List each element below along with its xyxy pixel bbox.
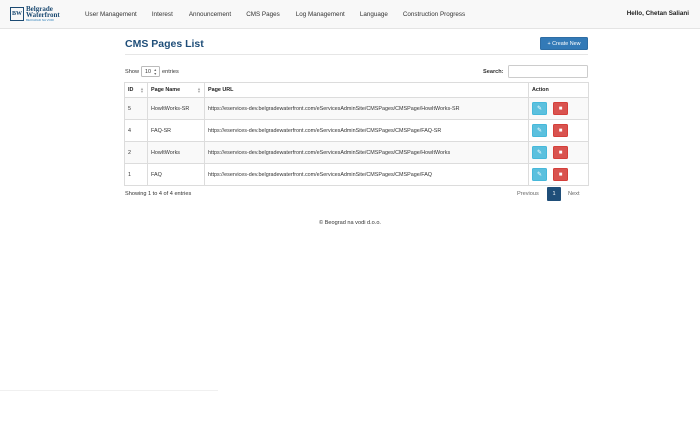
trash-icon: ■ [558,171,563,178]
cell-page-url: https://eservices-dev.belgradewaterfront… [204,97,529,120]
footer-copyright: © Beograd na vodi d.o.o. [319,220,381,226]
cell-id: 1 [124,163,148,186]
user-greeting[interactable]: Hello, Chetan Saliani [627,10,689,17]
cell-actions: ✎ ■ [528,163,589,186]
table-info: Showing 1 to 4 of 4 entries [125,191,192,197]
bottom-divider [0,390,218,391]
header-page-url[interactable]: Page URL [204,82,529,98]
nav-language[interactable]: Language [360,11,388,18]
delete-button[interactable]: ■ [553,102,568,115]
nav-user-management[interactable]: User Management [85,11,137,18]
pencil-icon: ✎ [536,150,543,156]
table-row: 5 HowItWorks-SR https://eservices-dev.be… [124,97,589,120]
cell-page-name: FAQ [147,163,205,186]
nav-cms-pages[interactable]: CMS Pages [246,11,280,18]
table-row: 1 FAQ https://eservices-dev.belgradewate… [124,163,589,186]
trash-icon: ■ [558,127,563,134]
edit-button[interactable]: ✎ [532,124,547,137]
cell-id: 4 [124,119,148,142]
header-action: Action [528,82,589,98]
pencil-icon: ✎ [536,106,543,112]
pagination-previous[interactable]: Previous [517,191,539,197]
cell-actions: ✎ ■ [528,97,589,120]
top-navbar: BW Belgrade Waterfront BEOGRAD NA VODI U… [0,0,700,29]
cell-page-name: HowItWorks [147,141,205,164]
logo-text: Belgrade Waterfront BEOGRAD NA VODI [26,6,60,23]
search-input[interactable] [508,65,588,78]
edit-button[interactable]: ✎ [532,146,547,159]
table-row: 2 HowItWorks https://eservices-dev.belgr… [124,141,589,164]
cell-actions: ✎ ■ [528,141,589,164]
delete-button[interactable]: ■ [553,146,568,159]
create-new-button[interactable]: + Create New [540,37,588,50]
pagination-page-1[interactable]: 1 [547,187,561,201]
nav-announcement[interactable]: Announcement [189,11,231,18]
page-title: CMS Pages List [125,38,204,50]
nav-interest[interactable]: Interest [152,11,173,18]
show-label: Show [125,69,139,75]
title-divider [125,54,588,55]
edit-button[interactable]: ✎ [532,168,547,181]
delete-button[interactable]: ■ [553,124,568,137]
cell-actions: ✎ ■ [528,119,589,142]
nav-construction-progress[interactable]: Construction Progress [403,11,465,18]
cell-page-url: https://eservices-dev.belgradewaterfront… [204,141,529,164]
select-arrows-icon: ▲ ▼ [153,68,157,76]
table-row: 4 FAQ-SR https://eservices-dev.belgradew… [124,119,589,142]
nav-log-management[interactable]: Log Management [296,11,345,18]
cell-page-url: https://eservices-dev.belgradewaterfront… [204,119,529,142]
trash-icon: ■ [558,149,563,156]
page-size-value: 10 [145,68,151,75]
trash-icon: ■ [558,105,563,112]
pagination-next[interactable]: Next [568,191,580,197]
cms-pages-table: ID ▲ ▼ Page Name ▲ ▼ Page URL Action 5 HowIt… [124,82,589,186]
table-header-row: ID ▲ ▼ Page Name ▲ ▼ Page URL Action [124,82,589,98]
sort-icon: ▲ ▼ [140,86,144,94]
cell-id: 2 [124,141,148,164]
delete-button[interactable]: ■ [553,168,568,181]
logo-line-3: BEOGRAD NA VODI [26,18,55,22]
cell-id: 5 [124,97,148,120]
header-id[interactable]: ID ▲ ▼ [124,82,148,98]
entries-label: entries [162,69,179,75]
search-label: Search: [483,69,504,75]
page-size-select[interactable]: 10 ▲ ▼ [141,66,160,77]
sort-icon: ▲ ▼ [197,86,201,94]
brand-logo[interactable]: BW Belgrade Waterfront BEOGRAD NA VODI [10,4,60,24]
edit-button[interactable]: ✎ [532,102,547,115]
cell-page-name: HowItWorks-SR [147,97,205,120]
pencil-icon: ✎ [536,128,543,134]
logo-mark-icon: BW [10,7,24,21]
header-page-name[interactable]: Page Name ▲ ▼ [147,82,205,98]
cell-page-url: https://eservices-dev.belgradewaterfront… [204,163,529,186]
cell-page-name: FAQ-SR [147,119,205,142]
main-menu: User Management Interest Announcement CM… [85,0,465,28]
pencil-icon: ✎ [536,172,543,178]
